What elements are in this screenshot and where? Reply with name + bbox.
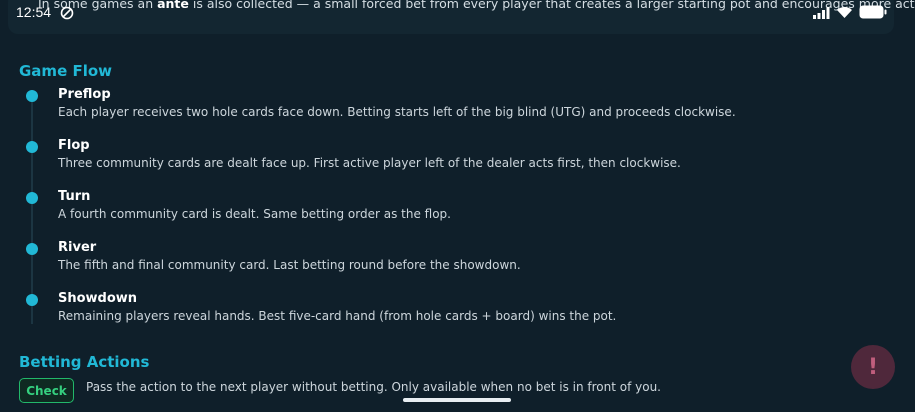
timeline-dot — [26, 141, 38, 153]
step-desc: A fourth community card is dealt. Same b… — [58, 207, 451, 221]
step-desc: Each player receives two hole cards face… — [58, 105, 736, 119]
timeline-line — [31, 94, 33, 324]
timeline-dot — [26, 294, 38, 306]
dnd-icon — [60, 5, 74, 24]
step-title: Turn — [58, 189, 91, 204]
timeline-dot — [26, 192, 38, 204]
exclamation-icon: ! — [867, 354, 879, 380]
step-title: Preflop — [58, 87, 111, 102]
home-indicator[interactable] — [403, 398, 511, 402]
status-bar: 12:54 — [0, 0, 915, 24]
check-action-badge: Check — [19, 378, 74, 403]
game-flow-title: Game Flow — [19, 62, 113, 80]
step-desc: The fifth and final community card. Last… — [58, 258, 521, 272]
step-desc: Remaining players reveal hands. Best fiv… — [58, 309, 617, 323]
step-title: Flop — [58, 138, 90, 153]
step-title: Showdown — [58, 291, 138, 306]
betting-actions-title: Betting Actions — [19, 353, 150, 371]
timeline-dot — [26, 90, 38, 102]
timeline-dot — [26, 243, 38, 255]
report-button[interactable]: ! — [851, 345, 895, 389]
wifi-icon — [836, 4, 853, 23]
step-desc: Three community cards are dealt face up.… — [58, 156, 681, 170]
signal-icon — [812, 4, 830, 23]
check-action-desc: Pass the action to the next player witho… — [86, 380, 661, 394]
status-time: 12:54 — [16, 4, 52, 20]
battery-icon — [859, 4, 887, 23]
step-title: River — [58, 240, 97, 255]
